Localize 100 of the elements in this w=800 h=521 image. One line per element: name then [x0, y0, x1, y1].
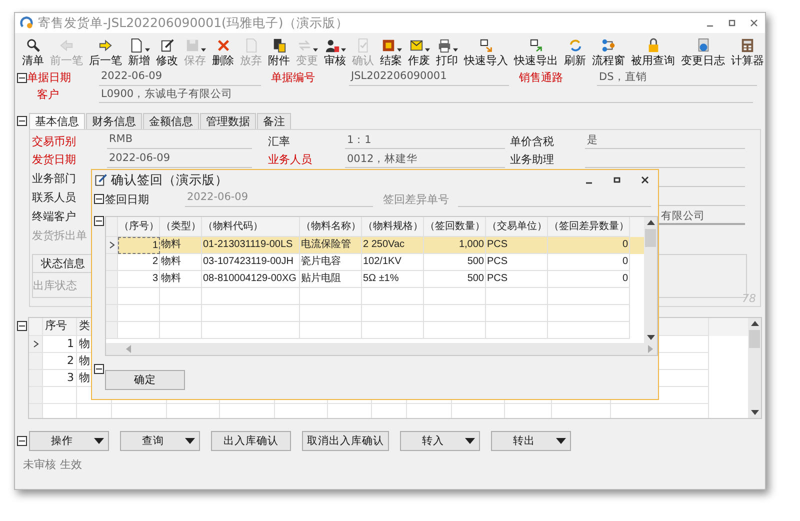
table-cell	[424, 305, 486, 322]
action-button[interactable]: 操作	[29, 431, 109, 451]
toolbar-button[interactable]: 附件	[265, 36, 293, 67]
corner-cell[interactable]	[106, 217, 118, 237]
table-cell	[300, 322, 362, 339]
caret-icon	[312, 48, 318, 52]
box-icon	[380, 38, 396, 52]
collapse-icon[interactable]	[17, 436, 27, 446]
table-cell: 物料	[160, 254, 202, 271]
column-header[interactable]: 序号	[43, 318, 77, 336]
action-button[interactable]: 查询	[120, 431, 200, 451]
tab[interactable]: 基本信息	[29, 113, 85, 130]
table-cell: PCS	[486, 254, 548, 271]
field-label: 发货拆出单	[32, 228, 88, 243]
maximize-icon[interactable]	[727, 18, 737, 28]
toolbar-button[interactable]: 清单	[19, 36, 47, 67]
table-cell: 1,000	[424, 237, 486, 254]
table-cell: 0	[548, 254, 630, 271]
dialog-title: 确认签回（演示版）	[111, 172, 228, 188]
field-label: 销售通路	[519, 70, 564, 85]
toolbar-button[interactable]: 快速导入	[461, 36, 511, 67]
caret-icon	[452, 48, 458, 52]
row-header[interactable]	[29, 336, 43, 353]
vertical-scrollbar[interactable]	[644, 217, 657, 343]
toolbar-button[interactable]: 被用查询	[628, 36, 678, 67]
refresh-icon	[568, 38, 582, 52]
maximize-icon[interactable]	[612, 175, 622, 185]
left-arrow-icon	[59, 38, 74, 52]
export-icon	[528, 38, 544, 52]
toolbar-button[interactable]: 刷新	[561, 36, 589, 67]
table-cell: 500	[424, 254, 486, 271]
scroll-thumb[interactable]	[645, 229, 656, 247]
caret-icon	[424, 48, 430, 52]
toolbar-button[interactable]: 后一笔	[86, 36, 125, 67]
action-button[interactable]: 转入	[400, 431, 480, 451]
text-field[interactable]: 2022-06-09	[99, 70, 261, 86]
table-cell: 03-107423119-00JH	[202, 254, 300, 271]
action-button[interactable]: 出入库确认	[211, 431, 291, 451]
table-cell	[300, 305, 362, 322]
field-label: 单据日期	[27, 70, 72, 85]
toolbar-button[interactable]: 结案	[377, 36, 405, 67]
toolbar-button[interactable]: 修改	[153, 36, 181, 67]
vertical-scrollbar[interactable]	[748, 318, 761, 418]
toolbar-button[interactable]: 流程窗	[589, 36, 628, 67]
text-field[interactable]: 是	[585, 133, 745, 149]
toolbar-button[interactable]: 删除	[209, 36, 237, 67]
table-cell: 3	[43, 370, 77, 387]
caret-icon	[465, 438, 475, 444]
text-field[interactable]: 2022-06-09	[107, 152, 252, 168]
toolbar-button[interactable]: 新增	[125, 36, 153, 67]
text-field[interactable]: RMB	[107, 133, 252, 149]
table-cell: 电流保险管	[300, 237, 362, 254]
collapse-icon[interactable]	[17, 72, 27, 82]
collapse-icon[interactable]	[94, 194, 104, 204]
scroll-thumb[interactable]	[749, 330, 760, 348]
field-label: 业务人员	[268, 152, 313, 167]
scroll-up-icon[interactable]	[750, 321, 758, 326]
action-button[interactable]: 取消出入库确认	[302, 431, 389, 451]
text-field[interactable]: 1：1	[345, 133, 505, 149]
text-field[interactable]: 0012，林建华	[345, 152, 505, 168]
action-button[interactable]: 转出	[491, 431, 571, 451]
tab[interactable]: 财务信息	[86, 113, 142, 129]
table-cell: 08-810004129-00XG	[202, 271, 300, 288]
row-header[interactable]	[106, 237, 118, 254]
tab[interactable]: 备注	[257, 113, 291, 129]
close-icon[interactable]	[640, 175, 650, 185]
tab[interactable]: 管理数据	[200, 113, 256, 129]
collapse-icon[interactable]	[94, 216, 104, 226]
toolbar-button[interactable]: 快速导出	[511, 36, 561, 67]
check-page-icon	[356, 38, 370, 52]
table-cell	[160, 288, 202, 305]
collapse-icon[interactable]	[17, 321, 27, 331]
scroll-down-icon[interactable]	[750, 410, 758, 415]
table-cell: 物料	[160, 237, 202, 254]
pencil-icon	[94, 173, 108, 187]
close-icon[interactable]	[749, 18, 759, 28]
table-cell	[486, 305, 548, 322]
caret-icon	[340, 48, 346, 52]
text-field[interactable]: DS，直销	[597, 70, 757, 86]
toolbar-button[interactable]: 计算器	[728, 36, 767, 67]
table-row[interactable]: 1 物料 01-213031119-00LS 电流保险管 2 250Vac 1,000 PCS 0	[106, 237, 644, 254]
scroll-up-icon[interactable]	[646, 220, 654, 225]
table-cell: 2	[43, 353, 77, 370]
text-field[interactable]: L0900，东诚电子有限公司	[99, 86, 753, 102]
table-cell	[362, 305, 424, 322]
toolbar-button[interactable]: 变更日志	[678, 36, 728, 67]
collapse-icon[interactable]	[94, 364, 104, 374]
toolbar-button[interactable]: 打印	[433, 36, 461, 67]
table-cell: PCS	[486, 271, 548, 288]
tab[interactable]: 金额信息	[143, 113, 199, 129]
table-row[interactable]: 3 物料 08-810004129-00XG 贴片电阻 5Ω ±1% 500 PCS 0	[106, 271, 644, 288]
app-icon	[20, 16, 34, 30]
toolbar-button[interactable]: 作废	[405, 36, 433, 67]
collapse-icon[interactable]	[17, 116, 27, 126]
text-field[interactable]: JSL202206090001	[349, 70, 509, 86]
confirm-button[interactable]: 确定	[105, 370, 185, 390]
person-icon	[324, 38, 340, 52]
table-row[interactable]: 2 物料 03-107423119-00JH 瓷片电容 102/1KV 500 PCS 0	[106, 254, 644, 271]
toolbar-button[interactable]: 审核	[321, 36, 349, 67]
caret-icon	[396, 48, 402, 52]
